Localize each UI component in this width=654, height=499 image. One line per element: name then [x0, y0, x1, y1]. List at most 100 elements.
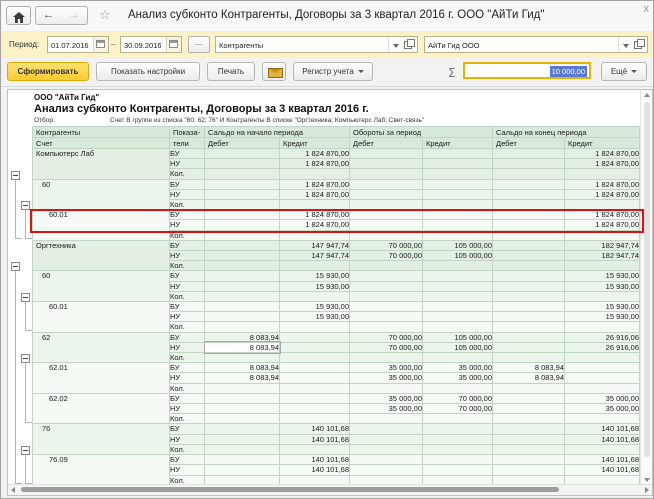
value-cell[interactable] [280, 342, 350, 352]
indicator-cell[interactable]: НУ [170, 465, 205, 475]
value-cell[interactable]: 147 947,74 [280, 240, 350, 250]
value-cell[interactable] [565, 169, 640, 179]
value-cell[interactable] [493, 291, 565, 301]
close-icon[interactable]: x [644, 3, 650, 15]
value-cell[interactable] [350, 220, 423, 230]
value-cell[interactable] [423, 312, 493, 322]
value-cell[interactable] [493, 393, 565, 403]
value-cell[interactable] [350, 149, 423, 159]
value-cell[interactable]: 8 083,94 [205, 342, 280, 352]
value-cell[interactable] [350, 302, 423, 312]
value-cell[interactable] [423, 169, 493, 179]
value-cell[interactable]: 140 101,68 [280, 434, 350, 444]
collapse-toggle[interactable] [21, 446, 30, 455]
value-cell[interactable] [493, 149, 565, 159]
collapse-toggle[interactable] [11, 171, 20, 180]
show-settings-button[interactable]: Показать настройки [96, 62, 200, 81]
value-cell[interactable] [205, 261, 280, 271]
value-cell[interactable] [423, 179, 493, 189]
indicator-cell[interactable]: Кол. [170, 261, 205, 271]
value-cell[interactable] [493, 240, 565, 250]
value-cell[interactable] [205, 444, 280, 454]
value-cell[interactable] [205, 393, 280, 403]
indicator-cell[interactable]: НУ [170, 189, 205, 199]
value-cell[interactable] [280, 363, 350, 373]
value-cell[interactable] [280, 230, 350, 240]
value-cell[interactable] [423, 353, 493, 363]
open-form-icon[interactable] [634, 41, 642, 49]
value-cell[interactable]: 70 000,00 [350, 251, 423, 261]
value-cell[interactable] [423, 149, 493, 159]
value-cell[interactable] [205, 302, 280, 312]
value-cell[interactable] [493, 179, 565, 189]
send-email-button[interactable] [262, 62, 286, 81]
indicator-cell[interactable]: БУ [170, 332, 205, 342]
indicator-cell[interactable]: БУ [170, 179, 205, 189]
value-cell[interactable] [493, 444, 565, 454]
value-cell[interactable] [205, 159, 280, 169]
date-to-calendar-button[interactable] [166, 37, 181, 52]
col-account[interactable]: Счет [33, 138, 170, 149]
value-cell[interactable] [565, 291, 640, 301]
indicator-cell[interactable]: Кол. [170, 414, 205, 424]
value-cell[interactable]: 70 000,00 [423, 393, 493, 403]
value-cell[interactable] [493, 465, 565, 475]
indicator-cell[interactable]: БУ [170, 424, 205, 434]
value-cell[interactable]: 15 930,00 [280, 302, 350, 312]
value-cell[interactable]: 105 000,00 [423, 240, 493, 250]
collapse-toggle[interactable] [21, 293, 30, 302]
value-cell[interactable] [205, 220, 280, 230]
value-cell[interactable] [493, 312, 565, 322]
value-cell[interactable] [423, 159, 493, 169]
value-cell[interactable] [350, 434, 423, 444]
indicator-cell[interactable]: Кол. [170, 353, 205, 363]
value-cell[interactable] [205, 210, 280, 220]
value-cell[interactable]: 35 000,00 [565, 404, 640, 414]
value-cell[interactable] [423, 434, 493, 444]
value-cell[interactable]: 140 101,68 [280, 424, 350, 434]
row-label[interactable]: Компьютерс Лаб [33, 149, 170, 180]
value-cell[interactable] [205, 404, 280, 414]
value-cell[interactable] [493, 342, 565, 352]
indicator-cell[interactable]: Кол. [170, 322, 205, 332]
value-cell[interactable] [423, 444, 493, 454]
value-cell[interactable] [565, 444, 640, 454]
value-cell[interactable] [205, 251, 280, 261]
col-indicators-2[interactable]: тели [170, 138, 205, 149]
scroll-left-icon[interactable] [11, 487, 15, 493]
collapse-toggle[interactable] [21, 354, 30, 363]
value-cell[interactable]: 1 824 870,00 [280, 149, 350, 159]
indicator-cell[interactable]: БУ [170, 393, 205, 403]
value-cell[interactable]: 35 000,00 [350, 363, 423, 373]
value-cell[interactable]: 1 824 870,00 [565, 179, 640, 189]
value-cell[interactable] [493, 281, 565, 291]
indicator-cell[interactable]: НУ [170, 342, 205, 352]
value-cell[interactable]: 15 930,00 [565, 302, 640, 312]
value-cell[interactable] [350, 200, 423, 210]
value-cell[interactable] [423, 261, 493, 271]
value-cell[interactable] [280, 169, 350, 179]
value-cell[interactable]: 140 101,68 [565, 424, 640, 434]
chevron-down-icon[interactable] [623, 44, 629, 48]
value-cell[interactable] [205, 434, 280, 444]
value-cell[interactable] [205, 414, 280, 424]
indicator-cell[interactable]: НУ [170, 220, 205, 230]
value-cell[interactable] [423, 291, 493, 301]
value-cell[interactable] [280, 383, 350, 393]
value-cell[interactable] [280, 414, 350, 424]
value-cell[interactable] [350, 444, 423, 454]
value-cell[interactable] [493, 332, 565, 342]
value-cell[interactable] [565, 373, 640, 383]
value-cell[interactable] [493, 383, 565, 393]
indicator-cell[interactable]: Кол. [170, 444, 205, 454]
value-cell[interactable]: 105 000,00 [423, 251, 493, 261]
value-cell[interactable] [280, 373, 350, 383]
value-cell[interactable]: 182 947,74 [565, 240, 640, 250]
value-cell[interactable]: 26 916,06 [565, 332, 640, 342]
value-cell[interactable] [350, 291, 423, 301]
indicator-cell[interactable]: БУ [170, 363, 205, 373]
more-button[interactable]: Ещё [601, 62, 647, 81]
value-cell[interactable]: 147 947,74 [280, 251, 350, 261]
value-cell[interactable] [493, 169, 565, 179]
value-cell[interactable]: 35 000,00 [350, 404, 423, 414]
